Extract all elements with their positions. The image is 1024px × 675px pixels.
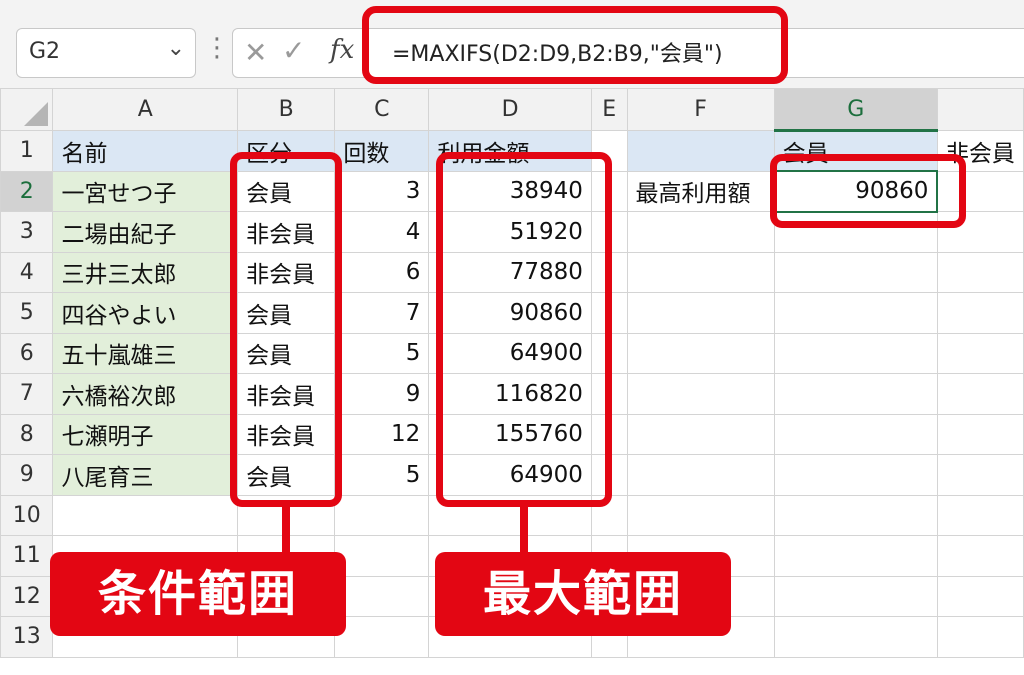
row-header[interactable]: 1 (0, 130, 54, 172)
cell-g5[interactable] (773, 292, 938, 334)
cell-h5[interactable] (936, 292, 1024, 334)
formula-highlight-box (362, 6, 788, 84)
cancel-icon[interactable]: ✕ (244, 36, 267, 69)
cell-f6[interactable] (626, 332, 775, 374)
cell-f9[interactable] (626, 454, 775, 496)
cell-c6[interactable]: 5 (334, 332, 430, 374)
cell-g10[interactable] (773, 494, 938, 536)
row-header[interactable]: 6 (0, 332, 54, 374)
more-options-icon[interactable]: ⋮ (204, 33, 230, 63)
cell-f8[interactable] (626, 413, 775, 455)
cell-h9[interactable] (936, 454, 1024, 496)
cell-c2[interactable]: 3 (334, 170, 430, 212)
column-header-d[interactable]: D (428, 88, 592, 131)
column-header-f[interactable]: F (626, 88, 775, 131)
cell-g9[interactable] (773, 454, 938, 496)
cell-f7[interactable] (626, 373, 775, 415)
cell-a4[interactable]: 三井三太郎 (52, 251, 239, 293)
cell-g6[interactable] (773, 332, 938, 374)
cell-g12[interactable] (773, 575, 938, 617)
cell-h8[interactable] (936, 413, 1024, 455)
column-header-row: ABCDEFG (0, 88, 1024, 132)
insert-function-icon[interactable]: fx (330, 35, 354, 65)
cell-c8[interactable]: 12 (334, 413, 430, 455)
row-header[interactable]: 10 (0, 494, 54, 536)
column-header-g[interactable]: G (773, 88, 938, 132)
cell-a3[interactable]: 二場由紀子 (52, 211, 239, 253)
cell-a10[interactable] (52, 494, 239, 536)
cell-h12[interactable] (936, 575, 1024, 617)
cell-h10[interactable] (936, 494, 1024, 536)
cell-g4[interactable] (773, 251, 938, 293)
name-box[interactable]: G2 ⌄ (16, 28, 196, 78)
max-callout-connector (520, 506, 528, 556)
cell-a9[interactable]: 八尾育三 (52, 454, 239, 496)
cell-c1[interactable]: 回数 (334, 130, 430, 172)
condition-callout-connector (282, 506, 290, 556)
max-range-label: 最大範囲 (435, 552, 731, 636)
cell-f5[interactable] (626, 292, 775, 334)
column-header-a[interactable]: A (52, 88, 239, 131)
cell-f2[interactable]: 最高利用額 (626, 170, 775, 212)
cell-c4[interactable]: 6 (334, 251, 430, 293)
result-cell-highlight (770, 154, 966, 228)
cell-f1[interactable] (626, 130, 775, 172)
condition-range-label: 条件範囲 (50, 552, 346, 636)
cell-a2[interactable]: 一宮せつ子 (52, 170, 239, 212)
row-header[interactable]: 8 (0, 413, 54, 455)
cell-c3[interactable]: 4 (334, 211, 430, 253)
cell-a7[interactable]: 六橋裕次郎 (52, 373, 239, 415)
cell-c5[interactable]: 7 (334, 292, 430, 334)
select-all-corner[interactable] (0, 88, 54, 131)
cell-c7[interactable]: 9 (334, 373, 430, 415)
condition-range-highlight (230, 152, 342, 507)
max-range-highlight (436, 152, 612, 507)
cell-a6[interactable]: 五十嵐雄三 (52, 332, 239, 374)
cell-g8[interactable] (773, 413, 938, 455)
cell-h13[interactable] (936, 616, 1024, 658)
row-header[interactable]: 2 (0, 170, 54, 212)
cell-f3[interactable] (626, 211, 775, 253)
cell-h4[interactable] (936, 251, 1024, 293)
enter-check-icon[interactable]: ✓ (282, 34, 305, 67)
cell-c10[interactable] (334, 494, 430, 536)
cell-a1[interactable]: 名前 (52, 130, 239, 172)
row-header[interactable]: 4 (0, 251, 54, 293)
cell-g13[interactable] (773, 616, 938, 658)
column-header-c[interactable]: C (334, 88, 430, 131)
row-header[interactable]: 12 (0, 575, 54, 617)
cell-a8[interactable]: 七瀬明子 (52, 413, 239, 455)
cell-c9[interactable]: 5 (334, 454, 430, 496)
column-header-b[interactable]: B (237, 88, 336, 131)
row-header[interactable]: 13 (0, 616, 54, 658)
cell-h6[interactable] (936, 332, 1024, 374)
row-header[interactable]: 11 (0, 535, 54, 577)
cell-c12[interactable] (334, 575, 430, 617)
cell-h11[interactable] (936, 535, 1024, 577)
cell-c11[interactable] (334, 535, 430, 577)
formula-bar: G2 ⌄ ⋮ ✕ ✓ fx =MAXIFS(D2:D9,B2:B9,"会員") (0, 0, 1024, 89)
column-header-next[interactable] (936, 88, 1024, 131)
row-header[interactable]: 9 (0, 454, 54, 496)
chevron-down-icon[interactable]: ⌄ (167, 36, 185, 61)
cell-f4[interactable] (626, 251, 775, 293)
cell-c13[interactable] (334, 616, 430, 658)
cell-g11[interactable] (773, 535, 938, 577)
name-box-value: G2 (29, 39, 61, 64)
cell-g7[interactable] (773, 373, 938, 415)
column-header-e[interactable]: E (590, 88, 628, 131)
row-header[interactable]: 5 (0, 292, 54, 334)
cell-a5[interactable]: 四谷やよい (52, 292, 239, 334)
row-header[interactable]: 3 (0, 211, 54, 253)
cell-f10[interactable] (626, 494, 775, 536)
cell-h7[interactable] (936, 373, 1024, 415)
row-header[interactable]: 7 (0, 373, 54, 415)
